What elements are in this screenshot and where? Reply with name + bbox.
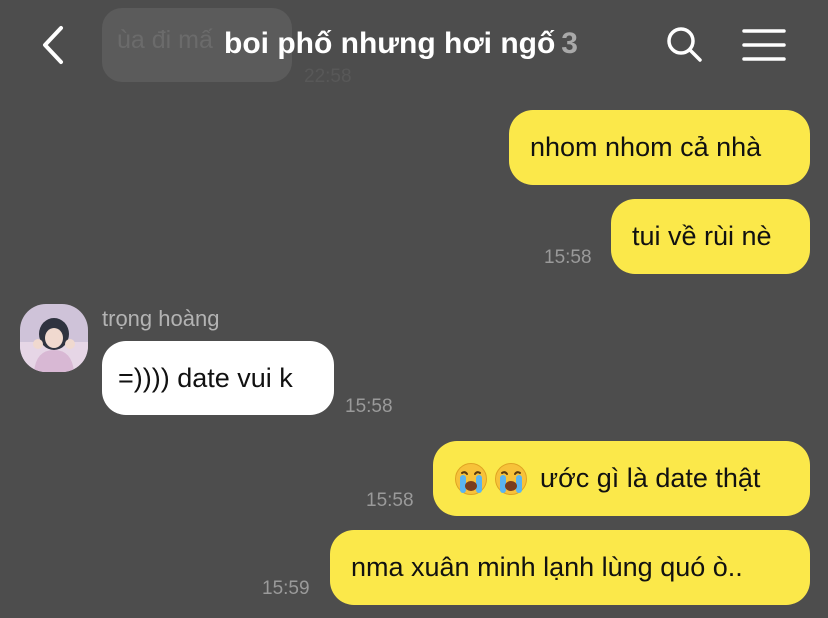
loudly-crying-face-icon [495,462,527,495]
back-button[interactable] [30,22,76,68]
ghost-message-time: 22:58 [304,66,352,87]
chat-title: boi phố nhưng hơi ngố 3 [224,27,578,61]
loudly-crying-face-icon [455,462,487,495]
search-icon [667,27,702,62]
hamburger-menu-icon [742,29,786,61]
outgoing-message-bubble[interactable]: nhom nhom cả nhà [509,110,810,185]
message-text: nma xuân minh lạnh lùng quó ò.. [351,552,743,582]
menu-button[interactable] [740,22,788,68]
message-text: ước gì là date thật [540,463,761,493]
message-text: =)))) date vui k [118,362,293,393]
outgoing-message-bubble[interactable]: tui về rùi nè [611,199,810,274]
message-text: nhom nhom cả nhà [530,132,762,162]
message-timestamp: 15:58 [366,490,414,511]
incoming-message-bubble[interactable]: =)))) date vui k [102,341,334,415]
avatar[interactable] [20,304,88,372]
message-timestamp: 15:59 [262,578,310,599]
search-button[interactable] [660,20,708,68]
member-count: 3 [561,27,578,60]
chat-title-text: boi phố nhưng hơi ngố [224,27,556,60]
message-text: tui về rùi nè [632,221,772,251]
outgoing-message-bubble[interactable]: nma xuân minh lạnh lùng quó ò.. [330,530,810,605]
message-timestamp: 15:58 [544,247,592,268]
chevron-left-icon [43,26,63,64]
outgoing-message-bubble[interactable]: ước gì là date thật [433,441,810,516]
sender-name: trọng hoàng [102,306,220,331]
message-timestamp: 15:58 [345,396,393,417]
avatar-image [20,304,88,372]
ghost-message-text: ùa đi mấ [117,26,213,54]
